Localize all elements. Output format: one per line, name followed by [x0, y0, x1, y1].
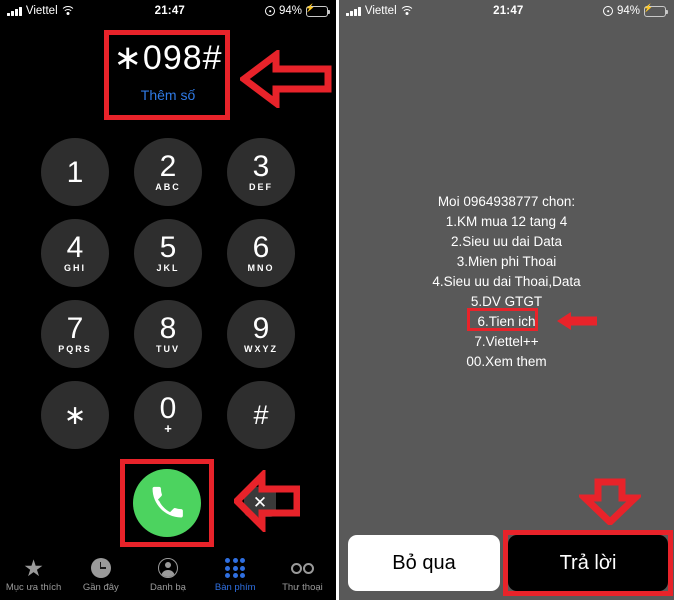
wifi-icon [401, 6, 414, 16]
ussd-line: 00.Xem them [466, 354, 547, 369]
right-phone-screen: Viettel 21:47 94% ⚡ Moi 0964938777 chon:… [339, 0, 674, 600]
key-digit: 9 [252, 312, 270, 345]
location-services-icon [602, 6, 613, 16]
ussd-line: 7.Viettel++ [474, 334, 539, 349]
status-bar-left-group: Viettel [346, 5, 414, 17]
key-digit: 2 [159, 150, 177, 183]
battery-percent-label: 94% [278, 5, 302, 17]
key-digit: 6 [252, 231, 270, 264]
arrow-to-dial-display [240, 50, 332, 108]
key-digit: 0 [159, 392, 177, 425]
status-bar-right-group: 94% ⚡ [264, 3, 330, 17]
tab-voicemail[interactable]: Thư thoại [269, 556, 336, 594]
key-asterisk[interactable]: ∗ [41, 381, 109, 449]
contacts-person-icon [158, 556, 178, 580]
ussd-line: 1.KM mua 12 tang 4 [445, 214, 568, 229]
key-9[interactable]: 9 WXYZ [227, 300, 295, 368]
key-hash[interactable]: # [227, 381, 295, 449]
tab-label: Bàn phím [214, 582, 256, 593]
key-letters: GHI [63, 263, 86, 273]
left-phone-screen: Viettel 21:47 94% ⚡ ∗098# Thêm số 1 2 AB… [0, 0, 336, 600]
ussd-line: 4.Sieu uu dai Thoai,Data [432, 274, 581, 289]
keypad-dots-icon [225, 556, 246, 580]
status-bar-clock: 21:47 [154, 5, 186, 17]
key-digit: ∗ [63, 400, 87, 430]
carrier-label: Viettel [364, 5, 397, 17]
key-0[interactable]: 0 + [134, 381, 202, 449]
key-digit: 7 [66, 312, 84, 345]
key-letters: JKL [156, 263, 180, 273]
panel-divider [336, 0, 339, 600]
status-bar-right: Viettel 21:47 94% ⚡ [339, 0, 674, 22]
key-digit: 1 [66, 155, 84, 189]
dialer-keypad: 1 2 ABC 3 DEF 4 GHI 5 JKL 6 MNO 7 PQRS 8… [0, 138, 336, 462]
status-bar-left: Viettel 21:47 94% ⚡ [0, 0, 336, 22]
key-letters: ABC [155, 182, 181, 192]
tab-contacts[interactable]: Danh bạ [134, 556, 201, 594]
tab-label: Thư thoại [282, 582, 323, 593]
keypad-row: 4 GHI 5 JKL 6 MNO [0, 219, 336, 287]
cellular-signal-icon [7, 6, 22, 16]
ussd-line: 3.Mien phi Thoai [456, 254, 557, 269]
tab-label: Gần đây [82, 582, 119, 593]
key-digit: # [253, 400, 269, 430]
arrow-to-answer-button [579, 477, 641, 525]
status-bar-left-group: Viettel [7, 5, 75, 17]
tab-keypad[interactable]: Bàn phím [202, 556, 269, 594]
ussd-message-body: Moi 0964938777 chon: 1.KM mua 12 tang 4 … [339, 192, 674, 372]
key-4[interactable]: 4 GHI [41, 219, 109, 287]
battery-charging-icon: ⚡ [643, 3, 668, 17]
keypad-row: 1 2 ABC 3 DEF [0, 138, 336, 206]
carrier-label: Viettel [25, 5, 58, 17]
key-6[interactable]: 6 MNO [227, 219, 295, 287]
key-letters: TUV [156, 344, 180, 354]
phone-tab-bar: ★ Mục ưa thích Gần đây Danh bạ Bàn phím … [0, 554, 336, 600]
location-services-icon [264, 6, 275, 16]
key-1[interactable]: 1 [41, 138, 109, 206]
screenshot-root: Viettel 21:47 94% ⚡ ∗098# Thêm số 1 2 AB… [0, 0, 674, 600]
key-digit: 8 [159, 312, 177, 345]
battery-percent-label: 94% [616, 5, 640, 17]
key-2[interactable]: 2 ABC [134, 138, 202, 206]
key-letters: PQRS [58, 344, 92, 354]
arrow-to-menu-option-6 [555, 310, 599, 332]
key-digit: 3 [252, 150, 270, 183]
ignore-button[interactable]: Bỏ qua [348, 535, 500, 591]
key-3[interactable]: 3 DEF [227, 138, 295, 206]
key-letters: + [164, 421, 172, 436]
highlight-answer-button [503, 530, 673, 596]
key-digit: 4 [66, 231, 84, 264]
voicemail-icon [290, 556, 314, 580]
tab-recents[interactable]: Gần đây [67, 556, 134, 594]
tab-label: Danh bạ [150, 582, 186, 593]
clock-icon [90, 556, 111, 580]
key-letters: WXYZ [244, 344, 278, 354]
highlight-call-button [120, 459, 214, 547]
tab-label: Mục ưa thích [5, 582, 62, 593]
cellular-signal-icon [346, 6, 361, 16]
keypad-row: ∗ 0 + # [0, 381, 336, 449]
key-5[interactable]: 5 JKL [134, 219, 202, 287]
status-bar-clock: 21:47 [493, 5, 524, 17]
tab-favorites[interactable]: ★ Mục ưa thích [0, 556, 67, 594]
key-8[interactable]: 8 TUV [134, 300, 202, 368]
status-bar-right-group: 94% ⚡ [602, 3, 668, 17]
battery-charging-icon: ⚡ [305, 3, 330, 17]
ignore-button-label: Bỏ qua [392, 551, 456, 574]
wifi-icon [62, 6, 75, 16]
key-letters: DEF [249, 182, 273, 192]
key-7[interactable]: 7 PQRS [41, 300, 109, 368]
keypad-row: 7 PQRS 8 TUV 9 WXYZ [0, 300, 336, 368]
key-digit: 5 [159, 231, 177, 264]
ussd-line: 2.Sieu uu dai Data [450, 234, 563, 249]
star-icon: ★ [23, 555, 44, 581]
arrow-to-call-button [234, 470, 300, 532]
highlight-menu-option-6 [467, 308, 538, 331]
ussd-line: Moi 0964938777 chon: [437, 194, 576, 209]
highlight-dial-display [104, 30, 230, 120]
key-letters: MNO [247, 263, 275, 273]
